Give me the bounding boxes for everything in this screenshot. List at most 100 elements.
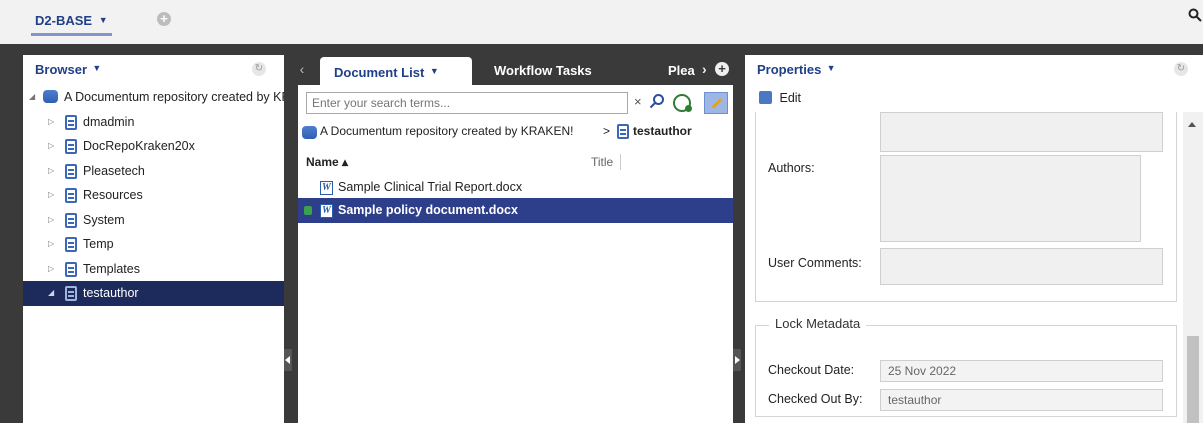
search-box [306,92,628,114]
column-header-title[interactable]: Title [591,155,613,169]
workspace-name: D2-BASE [35,13,93,28]
cabinet-icon [65,286,77,301]
checkout-date-field[interactable]: 25 Nov 2022 [880,360,1163,382]
chevron-down-icon[interactable]: ▼ [430,66,439,76]
authors-field[interactable] [880,155,1141,242]
expanded-icon[interactable]: ◢ [48,281,54,305]
document-name: Sample policy document.docx [338,203,518,217]
properties-header: Properties ▼ ↻ [745,55,1203,85]
properties-group: Authors: User Comments: [755,112,1177,302]
repository-icon [302,126,317,139]
cabinet-icon [65,261,77,277]
tree-item-label: Temp [83,237,114,251]
checked-out-by-label: Checked Out By: [768,392,863,406]
tab-pleasetech[interactable]: Plea [654,57,706,85]
tree-item-resources[interactable]: ▷ Resources [23,183,284,208]
word-document-icon: W [320,181,333,195]
search-icon[interactable] [649,93,667,111]
tree-item-templates[interactable]: ▷ Templates [23,257,284,282]
breadcrumb-separator: > [603,124,611,138]
collapse-icon[interactable]: ▷ [48,208,54,232]
refresh-icon[interactable]: ↻ [1174,62,1188,76]
properties-scrollbar[interactable] [1183,112,1203,423]
column-divider[interactable] [620,154,621,170]
checkout-date-label: Checkout Date: [768,363,855,377]
properties-title: Properties [757,62,822,77]
document-name: Sample Clinical Trial Report.docx [338,180,523,194]
expand-icon[interactable]: ◢ [29,85,35,109]
scroll-up-icon[interactable] [1188,122,1196,127]
tree-item-label: Templates [83,261,140,276]
tab-label: Workflow Tasks [494,63,592,78]
column-name-label: Name [306,155,339,169]
tree-item-label: dmadmin [83,114,135,129]
collapse-icon[interactable]: ▷ [48,110,54,134]
collapse-icon[interactable]: ▷ [48,159,54,183]
edit-icon [759,91,772,104]
refresh-icon[interactable]: ↻ [252,62,266,76]
tree-item-testauthor[interactable]: ◢ testauthor [23,281,284,306]
document-row[interactable]: W Sample policy document.docx [298,198,733,223]
user-comments-label: User Comments: [768,256,862,270]
tree-item-label: testauthor [83,286,139,300]
tree-item-label: System [83,212,125,227]
collapse-icon[interactable]: ▷ [48,257,54,281]
edit-button[interactable]: Edit [759,91,801,105]
cabinet-icon [65,212,77,228]
chevron-down-icon[interactable]: ▼ [827,63,836,73]
workspace-bar: D2-BASE ▼ + [0,0,1203,44]
document-list-panel: × A Documentum repository created by KRA… [298,85,733,423]
scroll-thumb[interactable] [1187,336,1199,423]
chevron-right-icon[interactable]: › [702,61,707,77]
pencil-icon[interactable] [704,92,728,114]
cabinet-icon [65,188,77,203]
chevron-down-icon[interactable]: ▼ [92,63,101,73]
tree-item-system[interactable]: ▷ System [23,208,284,233]
tree-item-dmadmin[interactable]: ▷ dmadmin [23,110,284,135]
tree-item-docrepokraken20x[interactable]: ▷ DocRepoKraken20x [23,134,284,159]
word-document-icon: W [320,204,333,218]
sort-ascending-icon: ▴ [342,155,349,169]
tab-document-list[interactable]: Document List ▼ [320,57,472,85]
search-icon[interactable] [1188,8,1202,26]
workspace-tab[interactable]: D2-BASE ▼ [31,8,112,36]
tree-item-repository[interactable]: ◢ A Documentum repository created by KRA… [23,85,284,110]
collapse-icon[interactable]: ▷ [48,232,54,256]
cabinet-icon [65,163,77,179]
breadcrumb-current[interactable]: testauthor [633,124,692,138]
collapse-browser-handle[interactable] [284,349,292,371]
column-header-name[interactable]: Name ▴ [306,155,348,169]
authors-label: Authors: [768,161,815,175]
plus-circle-icon[interactable]: + [715,62,729,76]
tab-workflow-tasks[interactable]: Workflow Tasks [480,57,606,85]
collapse-icon[interactable]: ▷ [48,134,54,158]
checked-out-by-field[interactable]: testauthor [880,389,1163,411]
tree-item-temp[interactable]: ▷ Temp [23,232,284,257]
browser-panel: Browser ▼ ↻ ◢ A Documentum repository cr… [23,55,284,423]
collapse-icon[interactable]: ▷ [48,183,54,207]
breadcrumb-root[interactable]: A Documentum repository created by KRAKE… [320,124,573,138]
collapse-properties-handle[interactable] [733,349,741,371]
tree-item-label: Resources [83,188,143,202]
column-header-row: Name ▴ Title [298,152,733,172]
document-row[interactable]: W Sample Clinical Trial Report.docx [298,175,733,200]
chevron-left-icon[interactable]: ‹ [292,55,312,85]
tree-item-label: DocRepoKraken20x [83,139,195,153]
field-above-authors[interactable] [880,112,1163,152]
edit-label: Edit [779,91,802,105]
plus-circle-icon[interactable]: + [157,12,171,26]
lock-metadata-group: Checkout Date: 25 Nov 2022 Checked Out B… [755,325,1177,417]
tree-item-pleasetech[interactable]: ▷ Pleasetech [23,159,284,184]
cabinet-icon [617,124,629,139]
properties-panel: Properties ▼ ↻ Edit Authors: User Commen… [745,55,1203,423]
cabinet-icon [65,114,77,130]
tab-label: Plea [668,63,695,78]
browser-header: Browser ▼ ↻ [23,55,284,85]
user-comments-field[interactable] [880,248,1163,285]
clear-icon[interactable]: × [634,94,642,109]
search-row: × [306,92,732,114]
properties-form: Authors: User Comments: Checkout Date: 2… [755,112,1180,423]
tree-item-label: A Documentum repository created by KRAKE… [64,90,284,104]
advanced-search-icon[interactable] [673,94,692,112]
search-input[interactable] [307,93,597,113]
